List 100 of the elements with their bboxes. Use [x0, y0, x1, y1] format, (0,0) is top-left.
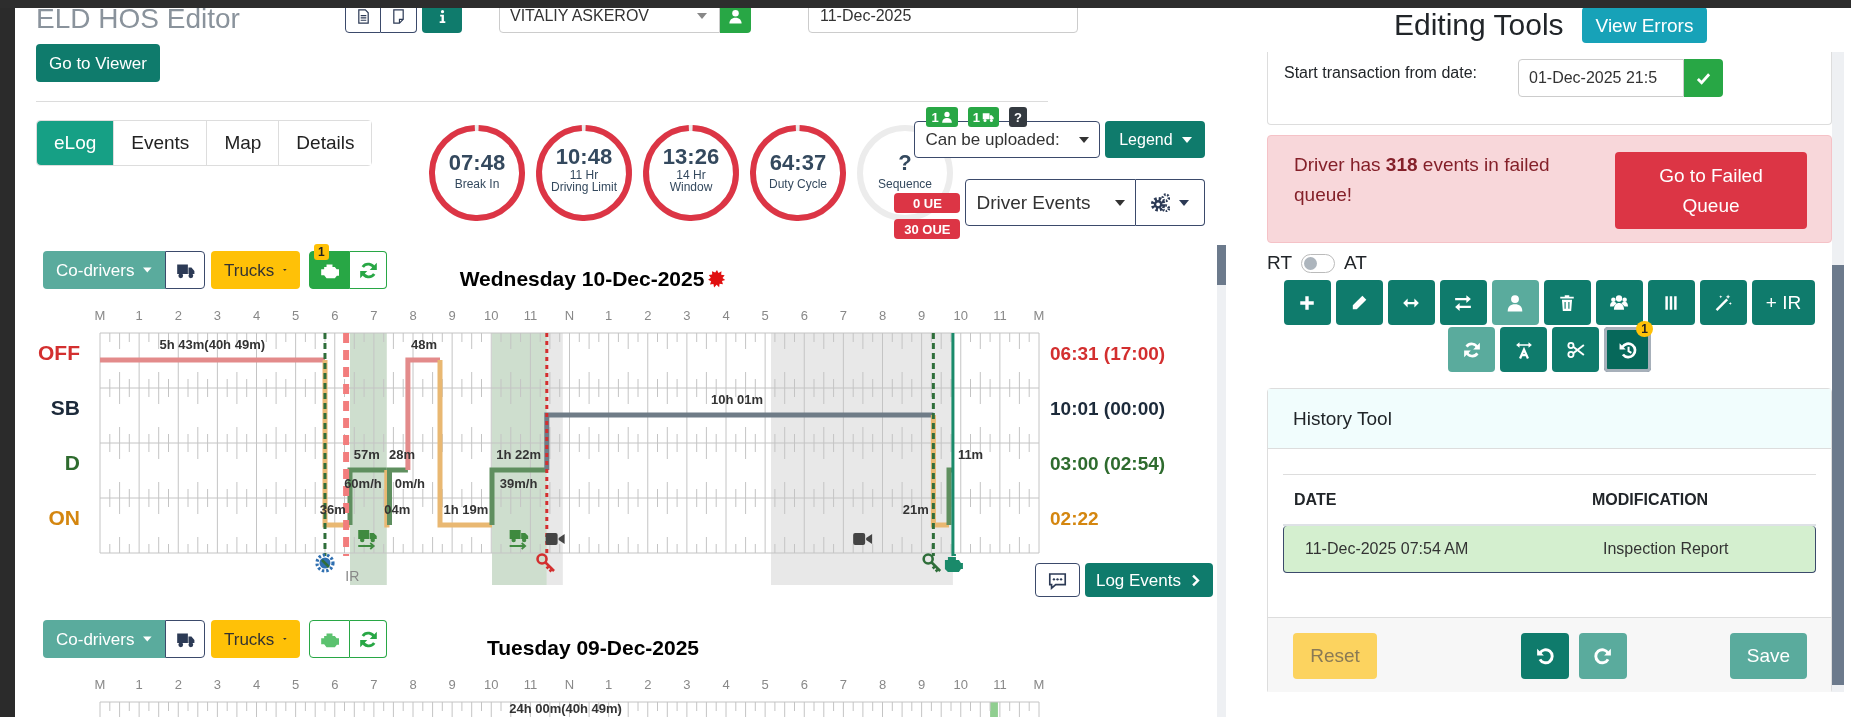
- hour-label: 11: [523, 677, 538, 692]
- tool-button[interactable]: [1543, 280, 1591, 325]
- note-button[interactable]: [381, 8, 417, 33]
- gauge-value: 10:48: [556, 144, 613, 169]
- info-button[interactable]: [422, 8, 462, 33]
- tool-button[interactable]: [1647, 280, 1695, 325]
- truck-icon: [508, 530, 529, 550]
- refresh-icon: [1462, 340, 1481, 359]
- date-field[interactable]: 11-Dec-2025: [808, 8, 1078, 33]
- hour-label: 9: [448, 677, 456, 692]
- trucks-dropdown[interactable]: Trucks: [211, 251, 300, 289]
- transaction-label: Start transaction from date:: [1284, 63, 1478, 83]
- scrollbar-thumb[interactable]: [1832, 265, 1844, 685]
- hour-label: 4: [722, 677, 730, 692]
- tool-button[interactable]: [1699, 280, 1747, 325]
- hour-label: 1: [135, 308, 143, 323]
- engine-button[interactable]: [309, 620, 350, 658]
- confirm-button[interactable]: [1684, 59, 1723, 97]
- duration-label: 39m/h: [499, 476, 538, 491]
- count-badge: 1: [314, 244, 329, 260]
- hour-label: 10: [953, 308, 968, 323]
- user-button[interactable]: [720, 8, 751, 33]
- caret-icon: [143, 267, 152, 273]
- hour-label: 3: [213, 308, 221, 323]
- log-events-button[interactable]: Log Events: [1084, 563, 1213, 597]
- hour-label: 6: [800, 677, 808, 692]
- scissors-icon: [1566, 340, 1585, 359]
- hour-label: 3: [683, 308, 691, 323]
- caret-icon: [143, 636, 152, 642]
- count-badge: ?: [1008, 107, 1027, 127]
- tool-button[interactable]: [1500, 327, 1547, 372]
- tool-button[interactable]: [1387, 280, 1435, 325]
- refresh-button[interactable]: [350, 251, 387, 289]
- mode-switch[interactable]: [1301, 253, 1335, 273]
- duration-label: 1h 19m: [443, 502, 489, 517]
- hour-label: 8: [878, 677, 887, 692]
- swap-icon: [1454, 293, 1473, 312]
- hour-label: 8: [409, 308, 417, 323]
- go-to-viewer-button[interactable]: Go to Viewer: [36, 44, 160, 82]
- scrollbar-thumb[interactable]: [1217, 245, 1226, 285]
- truck-button[interactable]: [165, 620, 205, 658]
- upload-status-select[interactable]: Can be uploaded:: [914, 121, 1101, 158]
- event-note: IR: [345, 568, 360, 584]
- page-title: ELD HOS Editor: [36, 8, 241, 34]
- undo-button[interactable]: [1520, 632, 1569, 679]
- hour-label: 9: [918, 308, 926, 323]
- table-cell-text: Inspection Report: [1602, 540, 1730, 558]
- tool-button[interactable]: + IR: [1751, 280, 1816, 325]
- tool-button[interactable]: [1439, 280, 1487, 325]
- hour-label: 7: [370, 677, 378, 692]
- hour-label: 9: [448, 308, 456, 323]
- hour-label: 2: [644, 308, 652, 323]
- scrollbar[interactable]: [1832, 52, 1844, 692]
- gauge-label: Driving Limit: [551, 180, 618, 194]
- status-total: 02:22: [1050, 508, 1099, 529]
- hour-label: 7: [370, 308, 378, 323]
- hour-label: 10: [484, 677, 499, 692]
- hour-label: 5: [292, 677, 300, 692]
- refresh-icon: [358, 260, 378, 280]
- pencil-icon: [1350, 293, 1369, 312]
- tool-button[interactable]: [1552, 327, 1599, 372]
- hour-label: M: [1033, 677, 1045, 692]
- error-count-badge: 30 OUE: [894, 219, 961, 239]
- hour-label: M: [94, 308, 106, 323]
- refresh-button[interactable]: [350, 620, 387, 658]
- plus-icon: [1298, 293, 1317, 312]
- caret-icon: [1079, 136, 1090, 143]
- document-icon: [355, 8, 371, 24]
- user-icon: [1506, 293, 1525, 312]
- toggle-label: AT: [1344, 252, 1367, 274]
- settings-dropdown[interactable]: [1136, 179, 1206, 226]
- tool-button[interactable]: [1283, 280, 1331, 325]
- key-icon: [536, 553, 556, 573]
- driver-select[interactable]: VITALIY ASKEROV: [499, 8, 720, 33]
- legend-button[interactable]: Legend: [1105, 121, 1206, 158]
- gauge-label: 11 Hr: [570, 168, 599, 182]
- hour-label: 1: [605, 308, 613, 323]
- comment-button[interactable]: [1034, 563, 1080, 597]
- hour-label: 6: [331, 677, 339, 692]
- gauge-value: 64:37: [770, 150, 827, 175]
- count-badge: 1: [967, 107, 999, 127]
- tool-button[interactable]: [1335, 280, 1383, 325]
- tool-button[interactable]: [1595, 280, 1643, 325]
- truck-button[interactable]: [165, 251, 205, 289]
- users-icon: [1610, 293, 1629, 312]
- history-row[interactable]: 11-Dec-2025 07:54 AM Inspection Report: [1283, 526, 1816, 573]
- document-button[interactable]: [345, 8, 381, 33]
- driver-events-select[interactable]: Driver Events: [965, 179, 1137, 226]
- refresh-icon: [358, 629, 378, 649]
- hour-label: 11: [993, 308, 1007, 323]
- history-icon: [1618, 340, 1637, 359]
- transaction-date-field[interactable]: 01-Dec-2025 21:5: [1518, 59, 1684, 97]
- go-to-failed-queue-button[interactable]: Go to Failed Queue: [1615, 152, 1807, 229]
- scrollbar[interactable]: [1217, 245, 1226, 717]
- gauge-value: ?: [898, 150, 913, 175]
- hour-label: N: [564, 677, 575, 692]
- trucks-dropdown[interactable]: Trucks: [211, 620, 300, 658]
- hour-label: 11: [523, 308, 538, 323]
- caret-icon: [1181, 136, 1192, 143]
- hour-label: 9: [918, 677, 926, 692]
